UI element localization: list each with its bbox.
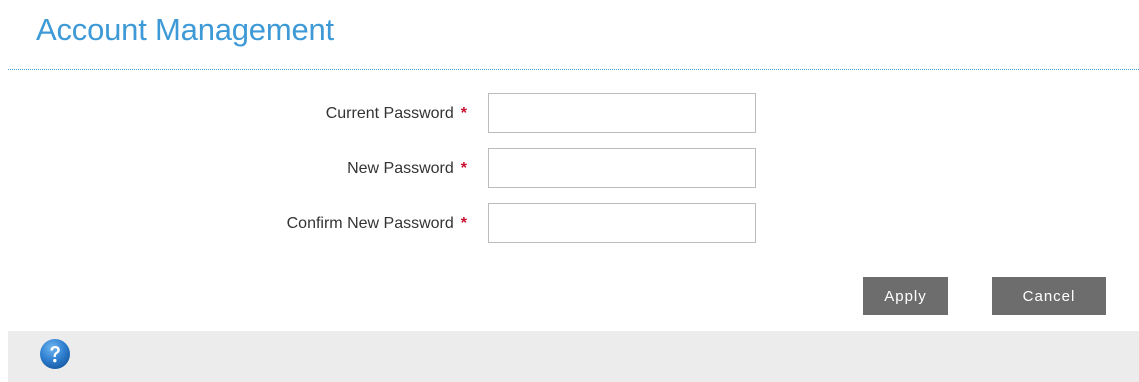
apply-button[interactable]: Apply [863,277,948,315]
required-mark: * [460,160,467,177]
new-password-row: New Password * [0,148,1139,192]
title-divider [8,69,1139,70]
confirm-password-input[interactable] [488,203,756,243]
required-mark: * [460,215,467,232]
current-password-label: Current Password * [325,105,467,122]
new-password-label: New Password * [347,160,467,177]
new-password-input[interactable] [488,148,756,188]
footer-bar [8,331,1139,382]
confirm-password-row: Confirm New Password * [0,203,1139,247]
page-title: Account Management [36,12,334,47]
confirm-password-label: Confirm New Password * [286,215,467,232]
current-password-row: Current Password * [0,93,1139,137]
current-password-input[interactable] [488,93,756,133]
help-icon[interactable] [39,338,71,370]
required-mark: * [460,105,467,122]
cancel-button[interactable]: Cancel [992,277,1106,315]
